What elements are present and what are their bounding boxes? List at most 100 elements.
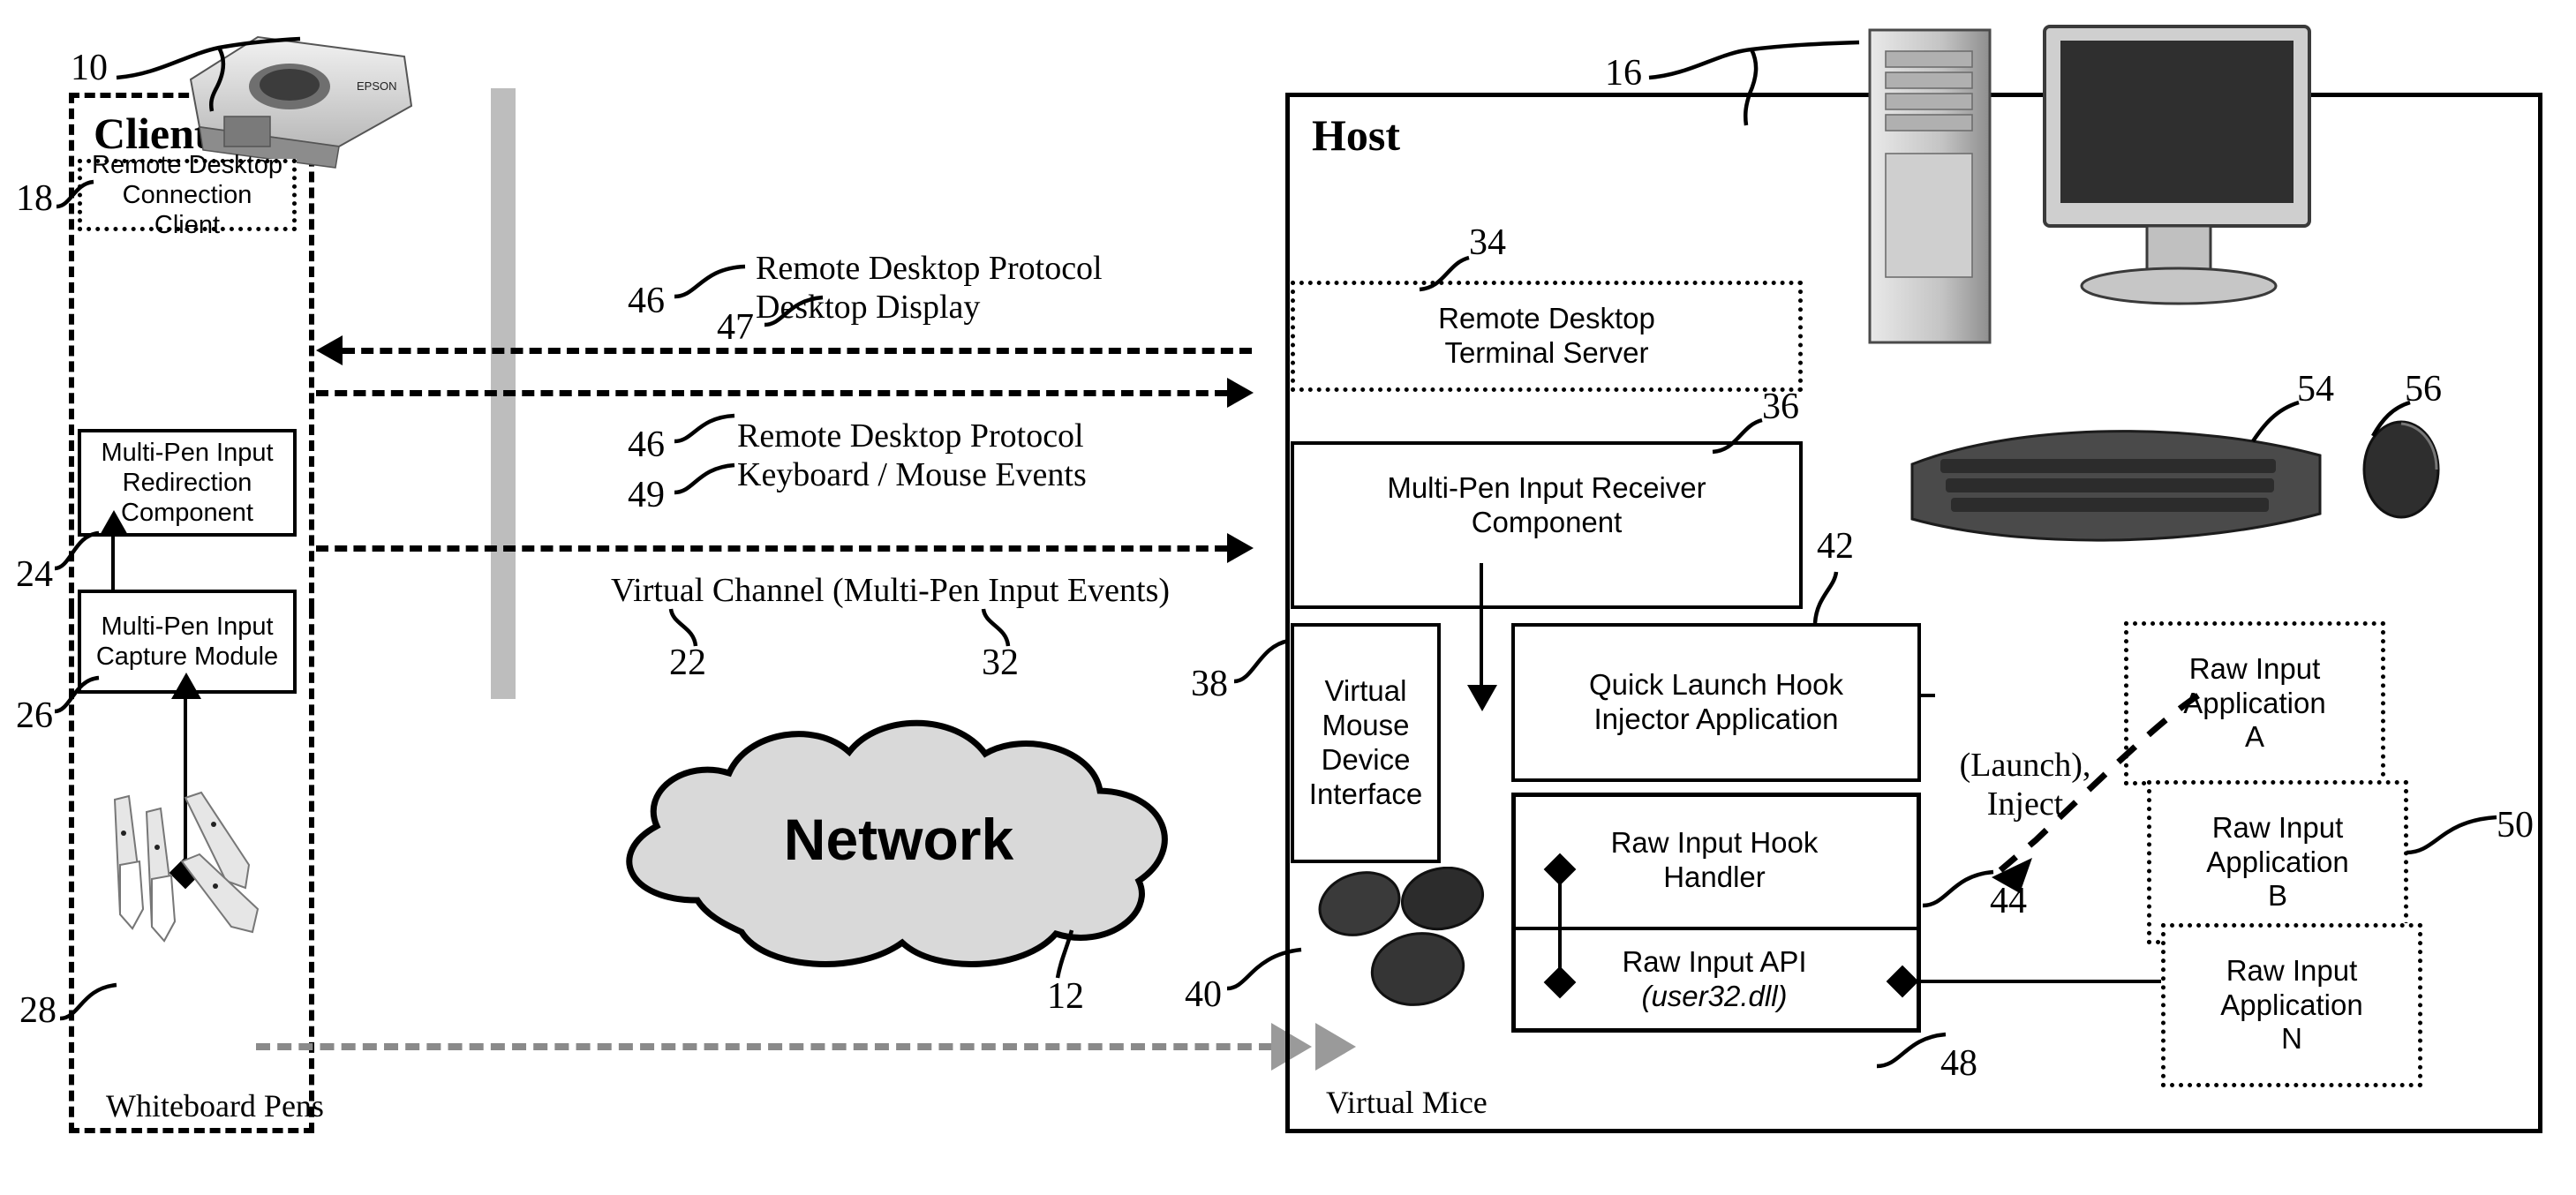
pens-to-virtual-mice-line — [256, 1043, 1273, 1050]
leader-47 — [764, 295, 824, 327]
leader-46-a — [674, 264, 746, 299]
box-line: Application — [2206, 845, 2349, 878]
leader-18 — [56, 179, 94, 209]
box-line: A — [2244, 720, 2264, 754]
box-multi-pen-input-receiver-component: Multi-Pen Input Receiver Component — [1291, 441, 1803, 609]
box-line: Multi-Pen Input Receiver — [1387, 471, 1706, 504]
leader-49 — [674, 462, 735, 495]
host-computer-image — [1856, 21, 2350, 374]
ref-49: 49 — [628, 475, 665, 515]
leader-32 — [981, 608, 1011, 647]
box-line: Device — [1321, 743, 1411, 776]
arrow-receiver-to-vmdi-shaft — [1480, 563, 1483, 688]
box-line: Quick Launch Hook — [1589, 668, 1843, 702]
launch-label-line2: Inject — [1986, 785, 2064, 823]
channel-keyboard-mouse-line — [316, 390, 1227, 396]
injector-to-launch-line — [1921, 694, 1935, 697]
box-virtual-mouse-device-interface: Virtual Mouse Device Interface — [1291, 623, 1441, 863]
box-line: Terminal Server — [1444, 336, 1649, 369]
ref-24: 24 — [16, 554, 53, 595]
virtual-channel-arrow — [1227, 533, 1254, 563]
box-line: Mouse — [1322, 709, 1410, 742]
box-line: Capture Module — [95, 643, 279, 671]
patent-figure: Client EPSON 10 Remote Desktop Connectio… — [0, 0, 2576, 1195]
box-line: Remote Desktop — [1438, 302, 1655, 335]
ref-26: 26 — [16, 695, 53, 736]
channel-keyboard-mouse-arrow — [1227, 378, 1254, 408]
box-line: Application — [2220, 988, 2363, 1021]
box-line: Multi-Pen Input — [101, 612, 274, 641]
host-title: Host — [1312, 110, 1400, 160]
ref-46-a: 46 — [628, 281, 665, 321]
leader-54 — [2251, 400, 2300, 443]
arrow-receiver-to-vmdi-head — [1467, 685, 1497, 711]
leader-40 — [1226, 947, 1302, 991]
ref-38: 38 — [1191, 664, 1228, 704]
svg-text:EPSON: EPSON — [357, 79, 397, 93]
box-line: Virtual — [1324, 674, 1407, 708]
ref-28: 28 — [19, 990, 56, 1031]
box-line: B — [2267, 879, 2287, 913]
leader-34 — [1419, 255, 1470, 292]
leader-10 — [116, 36, 301, 112]
whiteboard-pens-image — [97, 777, 318, 988]
ref-12: 12 — [1047, 976, 1084, 1017]
network-cloud: Network — [565, 697, 1236, 997]
channel-1-line1: Remote Desktop Protocol — [756, 250, 1103, 287]
leader-38 — [1233, 638, 1290, 684]
ref-16: 16 — [1605, 53, 1642, 94]
box-remote-desktop-terminal-server: Remote Desktop Terminal Server — [1291, 281, 1803, 392]
channel-2-label: Remote Desktop Protocol Keyboard / Mouse… — [737, 417, 1087, 494]
launch-inject-label: (Launch), Inject — [1937, 747, 2113, 823]
box-quick-launch-hook-injector-application: Quick Launch Hook Injector Application — [1511, 623, 1921, 782]
raw-input-api-to-app-n-line — [1914, 980, 2188, 983]
launch-label-line1: (Launch), — [1959, 747, 2091, 784]
leader-50 — [2406, 815, 2497, 855]
box-line: Raw Input — [2226, 953, 2358, 987]
box-line: Redirection — [122, 468, 252, 497]
box-line: Connection Client — [122, 180, 252, 240]
channel-desktop-display-line — [343, 348, 1252, 354]
ref-47: 47 — [717, 307, 754, 348]
leader-12 — [1055, 929, 1074, 979]
arrow-capture-to-redirection-head — [99, 510, 129, 537]
virtual-mice-caption: Virtual Mice — [1326, 1085, 1488, 1120]
box-remote-desktop-connection-client: Remote Desktop Connection Client — [78, 151, 297, 239]
box-line: Injector Application — [1593, 703, 1839, 735]
leader-16 — [1648, 40, 1860, 126]
leader-56 — [2371, 400, 2411, 438]
channel-desktop-display-arrow — [316, 335, 343, 365]
box-line: Interface — [1308, 777, 1423, 810]
box-line: Component — [121, 499, 253, 528]
box-line: Remote Desktop — [92, 150, 282, 179]
svg-text:Network: Network — [784, 807, 1014, 872]
box-line: Raw Input Hook — [1610, 826, 1819, 860]
virtual-channel-line — [316, 545, 1227, 552]
channel-2-line2: Keyboard / Mouse Events — [737, 455, 1087, 493]
leader-48 — [1876, 1032, 1947, 1069]
raw-input-api-title: Raw Input API — [1622, 945, 1807, 979]
box-line: Component — [1471, 505, 1623, 538]
leader-22 — [668, 608, 698, 647]
leader-28 — [59, 982, 117, 1021]
whiteboard-pens-caption: Whiteboard Pens — [106, 1088, 324, 1124]
leader-42 — [1812, 571, 1839, 624]
channel-2-line1: Remote Desktop Protocol — [737, 417, 1084, 455]
virtual-channel-label: Virtual Channel (Multi-Pen Input Events) — [611, 572, 1171, 609]
ref-46-b: 46 — [628, 425, 665, 465]
leader-46-b — [674, 413, 735, 444]
box-line: N — [2281, 1022, 2302, 1056]
box-line: Raw Input — [2188, 651, 2321, 685]
ref-40: 40 — [1185, 974, 1222, 1015]
ref-42: 42 — [1817, 526, 1854, 567]
leader-26 — [54, 675, 100, 714]
box-raw-input-hook-handler: Raw Input Hook Handler — [1511, 794, 1917, 927]
box-line: Multi-Pen Input — [101, 438, 274, 467]
ref-18: 18 — [16, 178, 53, 219]
leader-36 — [1712, 417, 1763, 455]
raw-input-api-subtitle: (user32.dll) — [1641, 980, 1788, 1012]
box-line: Handler — [1663, 861, 1766, 893]
virtual-mice-inbound-arrow — [1315, 1023, 1356, 1071]
box-line: Raw Input — [2211, 810, 2344, 844]
arrow-capture-to-redirection-shaft — [111, 535, 115, 593]
